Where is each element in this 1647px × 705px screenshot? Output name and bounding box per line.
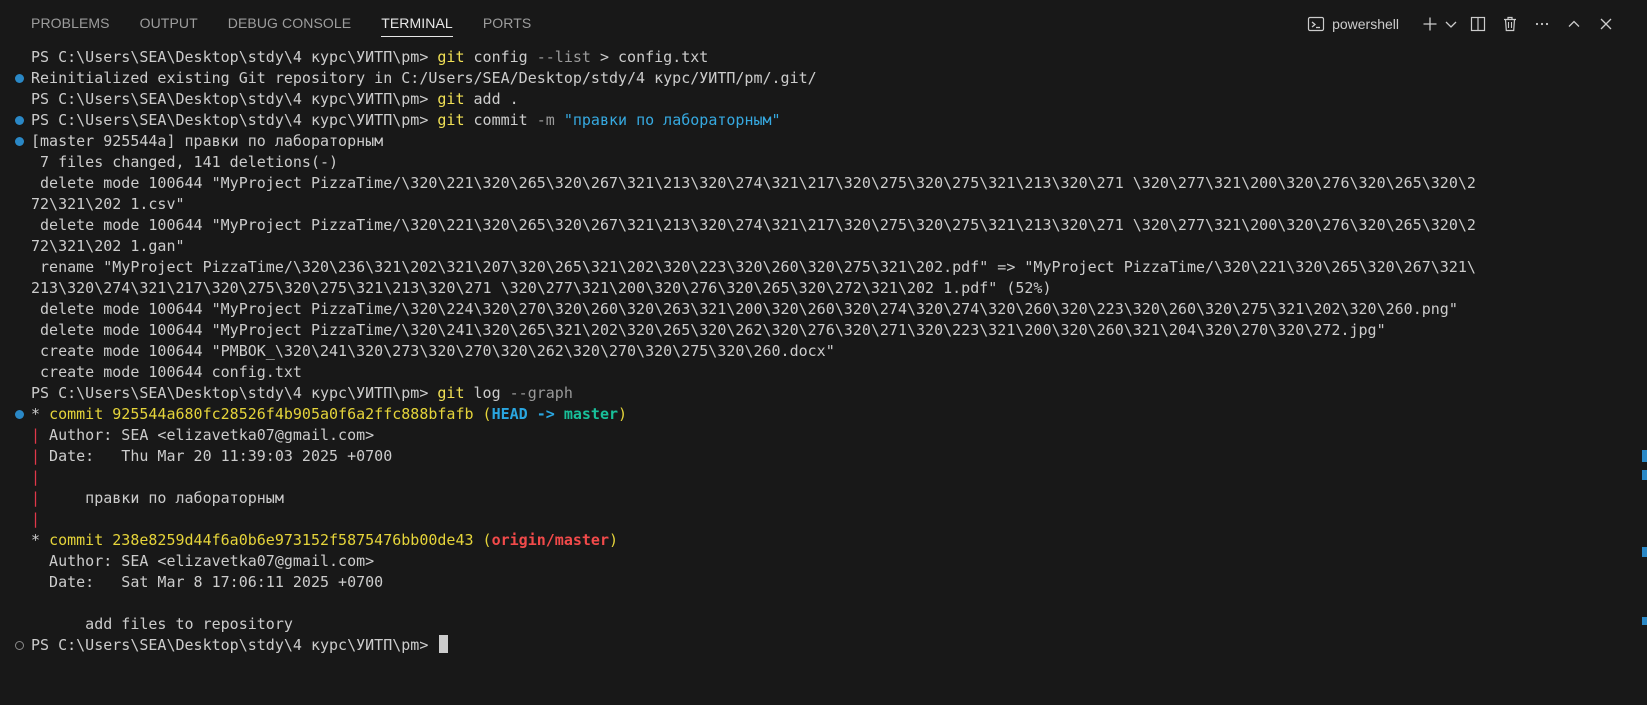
terminal-line: | Author: SEA <elizavetka07@gmail.com> (31, 426, 375, 444)
maximize-panel-button[interactable] (1561, 11, 1587, 37)
tab-terminal[interactable]: TERMINAL (381, 0, 453, 47)
close-icon (1600, 18, 1612, 29)
terminal-line: | правки по лабораторным (31, 489, 284, 507)
terminal-line: 72\321\202 1.csv" (31, 195, 185, 213)
terminal-line: delete mode 100644 "MyProject PizzaTime/… (31, 300, 1458, 318)
plus-icon (1423, 17, 1437, 30)
terminal-line: PS C:\Users\SEA\Desktop\stdy\4 курс\УИТП… (31, 48, 709, 66)
command-success-icon[interactable] (15, 116, 24, 125)
scrollbar-marker (1642, 450, 1647, 462)
more-actions-button[interactable] (1529, 11, 1555, 37)
terminal-line: Reinitialized existing Git repository in… (0, 68, 1640, 89)
terminal-scrollbar[interactable] (1640, 47, 1647, 705)
panel-tabbar: PROBLEMS OUTPUT DEBUG CONSOLE TERMINAL P… (0, 0, 1647, 47)
terminal-output[interactable]: PS C:\Users\SEA\Desktop\stdy\4 курс\УИТП… (0, 47, 1640, 705)
prompt: PS C:\Users\SEA\Desktop\stdy\4 курс\УИТП… (31, 384, 438, 402)
scrollbar-marker (1642, 470, 1647, 480)
terminal-icon (1307, 16, 1325, 31)
terminal-line: rename "MyProject PizzaTime/\320\236\321… (31, 258, 1476, 276)
command-success-icon[interactable] (15, 410, 24, 419)
terminal-line: PS C:\Users\SEA\Desktop\stdy\4 курс\УИТП… (31, 384, 573, 402)
terminal-line: 7 files changed, 141 deletions(-) (31, 153, 339, 171)
terminal-line: [master 925544a] правки по лабораторным (0, 131, 1640, 152)
terminal-panel: PROBLEMS OUTPUT DEBUG CONSOLE TERMINAL P… (0, 0, 1647, 705)
command-pending-icon[interactable] (15, 641, 24, 650)
terminal-line: 213\320\274\321\217\320\275\320\275\321\… (31, 279, 1052, 297)
terminal-line: delete mode 100644 "MyProject PizzaTime/… (31, 216, 1476, 234)
shell-label: powershell (1332, 15, 1399, 32)
chevron-down-icon (1445, 21, 1457, 28)
terminal-line: Date: Sat Mar 8 17:06:11 2025 +0700 (31, 573, 384, 591)
prompt: PS C:\Users\SEA\Desktop\stdy\4 курс\УИТП… (31, 48, 438, 66)
tab-output[interactable]: OUTPUT (140, 0, 198, 47)
split-terminal-button[interactable] (1465, 11, 1491, 37)
terminal-line: delete mode 100644 "MyProject PizzaTime/… (31, 174, 1476, 192)
terminal-line: Author: SEA <elizavetka07@gmail.com> (31, 552, 375, 570)
terminal-cursor (439, 635, 449, 653)
tab-debug-console[interactable]: DEBUG CONSOLE (228, 0, 351, 47)
terminal-line: | Date: Thu Mar 20 11:39:03 2025 +0700 (31, 447, 393, 465)
terminal-line: create mode 100644 "PMBOK_\320\241\320\2… (31, 342, 835, 360)
panel-tabs: PROBLEMS OUTPUT DEBUG CONSOLE TERMINAL P… (31, 0, 561, 47)
trash-icon (1504, 16, 1516, 31)
kill-terminal-button[interactable] (1497, 11, 1523, 37)
prompt: PS C:\Users\SEA\Desktop\stdy\4 курс\УИТП… (31, 636, 438, 654)
new-terminal-button[interactable] (1417, 11, 1443, 37)
terminal-line: PS C:\Users\SEA\Desktop\stdy\4 курс\УИТП… (0, 110, 1640, 131)
command-success-icon[interactable] (15, 74, 24, 83)
split-icon (1470, 16, 1486, 31)
tab-problems[interactable]: PROBLEMS (31, 0, 110, 47)
terminal-line: create mode 100644 config.txt (31, 363, 302, 381)
tab-ports[interactable]: PORTS (483, 0, 531, 47)
terminal-line: PS C:\Users\SEA\Desktop\stdy\4 курс\УИТП… (0, 635, 1640, 656)
terminal-line: * commit 925544a680fc28526f4b905a0f6a2ff… (0, 404, 1640, 425)
terminal-line: delete mode 100644 "MyProject PizzaTime/… (31, 321, 1386, 339)
shell-selector[interactable]: powershell (1301, 11, 1405, 37)
prompt: PS C:\Users\SEA\Desktop\stdy\4 курс\УИТП… (31, 90, 438, 108)
panel-toolbar: powershell (1301, 0, 1619, 47)
close-panel-button[interactable] (1593, 11, 1619, 37)
prompt: PS C:\Users\SEA\Desktop\stdy\4 курс\УИТП… (31, 111, 438, 129)
ellipsis-icon (1535, 22, 1549, 25)
scrollbar-marker (1642, 547, 1647, 557)
terminal-line: add files to repository (31, 615, 293, 633)
terminal-line: | (31, 510, 41, 528)
terminal-line: * commit 238e8259d44f6a0b6e973152f587547… (31, 531, 619, 549)
terminal-line: PS C:\Users\SEA\Desktop\stdy\4 курс\УИТП… (31, 90, 519, 108)
terminal-line: | (31, 468, 41, 486)
command-success-icon[interactable] (15, 137, 24, 146)
chevron-up-icon (1568, 20, 1580, 27)
terminal-line: 72\321\202 1.gan" (31, 237, 185, 255)
scrollbar-marker (1642, 617, 1647, 625)
launch-profile-dropdown[interactable] (1443, 11, 1459, 37)
